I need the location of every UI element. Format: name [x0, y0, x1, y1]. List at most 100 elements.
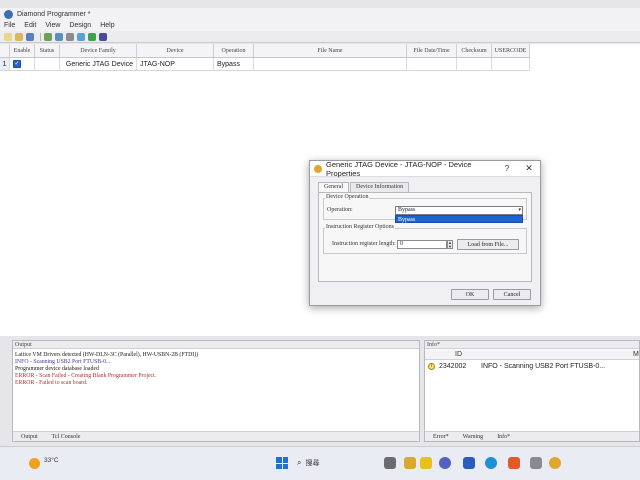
tab-warning[interactable]: Warning — [463, 434, 484, 440]
log-line: INFO - Scanning USB2 Port FTUSB-0... — [15, 359, 111, 365]
col-checksum[interactable]: Checksum — [457, 44, 492, 57]
add-device-icon[interactable] — [55, 32, 63, 41]
taskbar-app-icon[interactable] — [463, 457, 475, 469]
task-view-icon[interactable] — [384, 457, 396, 469]
menu-file[interactable]: File — [4, 22, 15, 29]
toolbar-separator — [40, 32, 41, 41]
status-cell — [35, 58, 60, 70]
dialog-app-icon — [314, 164, 322, 173]
checksum-cell — [457, 58, 492, 70]
taskbar: 33°C ⌕ 搜尋 — [0, 446, 640, 480]
ir-length-input[interactable]: 0 — [397, 240, 447, 249]
taskbar-search[interactable]: ⌕ 搜尋 — [297, 456, 367, 470]
app-titlebar: Diamond Programmer * — [0, 8, 640, 20]
brave-browser-icon[interactable] — [508, 457, 520, 469]
enable-checkbox[interactable]: ✓ — [13, 60, 21, 68]
taskbar-tool-icon[interactable] — [530, 457, 542, 469]
info-table-header: ID M — [425, 350, 639, 360]
ir-length-label: Instruction register length: — [332, 241, 396, 247]
instruction-register-label: Instruction Register Options — [325, 224, 395, 230]
device-operation-label: Device Operation — [325, 194, 370, 200]
file-date-cell — [407, 58, 457, 70]
open-folder-icon[interactable] — [15, 32, 23, 41]
tab-general[interactable]: General — [318, 182, 349, 192]
weather-sun-icon[interactable] — [29, 458, 40, 469]
search-icon: ⌕ — [297, 458, 302, 467]
menu-bar: File Edit View Design Help — [0, 20, 640, 31]
col-usercode[interactable]: USERCODE — [492, 44, 530, 57]
remove-device-icon[interactable] — [66, 32, 74, 41]
file-explorer-icon[interactable] — [404, 457, 416, 469]
col-enable[interactable]: Enable — [10, 44, 35, 57]
output-pane: Output Lattice VM Drivers detected (HW-D… — [12, 340, 420, 442]
desktop-screen: Diamond Programmer * File Edit View Desi… — [0, 0, 640, 480]
info-row[interactable]: i 2342002 INFO - Scanning USB2 Port FTUS… — [425, 361, 639, 373]
tab-output[interactable]: Output — [21, 434, 38, 440]
info-row-message: INFO - Scanning USB2 Port FTUSB-0... — [481, 363, 606, 370]
menu-view[interactable]: View — [45, 22, 60, 29]
cable-settings-icon[interactable] — [99, 32, 107, 41]
load-from-file-button[interactable]: Load from File... — [457, 239, 519, 250]
program-icon[interactable] — [88, 32, 96, 41]
info-pane-title: Info* — [425, 341, 639, 349]
col-file-name[interactable]: File Name — [254, 44, 407, 57]
ok-button[interactable]: OK — [451, 289, 489, 300]
info-pane: Info* ID M i 2342002 INFO - Scanning USB… — [424, 340, 640, 442]
search-label: 搜尋 — [305, 460, 320, 467]
diamond-programmer-taskbar-icon[interactable] — [549, 457, 561, 469]
row-number-header — [0, 44, 10, 57]
weather-temperature[interactable]: 33°C — [44, 457, 59, 464]
menu-edit[interactable]: Edit — [24, 22, 36, 29]
cancel-button[interactable]: Cancel — [493, 289, 531, 300]
new-project-icon[interactable] — [4, 32, 12, 41]
window-title: Diamond Programmer * — [17, 10, 91, 18]
toolbar — [0, 31, 640, 43]
table-row[interactable]: 1 ✓ Generic JTAG Device JTAG-NOP Bypass — [0, 58, 530, 71]
files-app-icon[interactable] — [420, 457, 432, 469]
col-device[interactable]: Device — [137, 44, 214, 57]
chevron-down-icon[interactable]: ▾ — [518, 207, 521, 214]
windows-start-icon[interactable] — [276, 457, 288, 469]
general-panel: Device Operation Operation: Bypass ▾ Byp… — [318, 192, 532, 282]
device-cell[interactable]: JTAG-NOP — [137, 58, 214, 70]
col-device-family[interactable]: Device Family — [60, 44, 137, 57]
tab-error[interactable]: Error* — [433, 434, 449, 440]
info-tabs: Error* Warning Info* — [425, 431, 639, 441]
usercode-cell — [492, 58, 530, 70]
tab-info[interactable]: Info* — [497, 434, 510, 440]
col-status[interactable]: Status — [35, 44, 60, 57]
tab-device-information[interactable]: Device Information — [350, 182, 410, 192]
scan-icon[interactable] — [44, 32, 52, 41]
info-col-id[interactable]: ID — [455, 351, 462, 358]
help-button[interactable]: ? — [496, 164, 518, 173]
diamond-programmer-icon — [4, 9, 13, 19]
operation-select-value: Bypass — [398, 207, 416, 213]
col-file-date[interactable]: File Date/Time — [407, 44, 457, 57]
output-log: Lattice VM Drivers detected (HW-DLN-3C (… — [13, 349, 419, 387]
operation-dropdown-option[interactable]: Bypass — [395, 215, 523, 223]
save-icon[interactable] — [26, 32, 34, 41]
log-line: ERROR - Failed to scan board. — [15, 380, 88, 386]
log-line: Lattice VM Drivers detected (HW-DLN-3C (… — [15, 352, 199, 358]
ir-length-spinner-icon[interactable]: ▲ ▼ — [447, 240, 453, 249]
operation-cell[interactable]: Bypass — [214, 58, 254, 70]
dialog-titlebar: Generic JTAG Device - JTAG-NOP - Device … — [310, 159, 540, 178]
dialog-title: Generic JTAG Device - JTAG-NOP - Device … — [326, 159, 472, 178]
edge-browser-icon[interactable] — [485, 457, 497, 469]
enable-cell[interactable]: ✓ — [10, 58, 35, 70]
operation-select[interactable]: Bypass ▾ — [395, 206, 523, 215]
device-family-cell[interactable]: Generic JTAG Device — [60, 58, 137, 70]
log-line: Programmer device database loaded — [15, 366, 99, 372]
menu-help[interactable]: Help — [100, 22, 114, 29]
col-operation[interactable]: Operation — [214, 44, 254, 57]
device-properties-icon[interactable] — [77, 32, 85, 41]
menu-design[interactable]: Design — [69, 22, 91, 29]
output-pane-title: Output — [13, 341, 419, 349]
device-properties-dialog: Generic JTAG Device - JTAG-NOP - Device … — [309, 160, 541, 306]
file-name-cell[interactable] — [254, 58, 407, 70]
close-icon[interactable]: ✕ — [518, 163, 540, 174]
tab-tcl-console[interactable]: Tcl Console — [52, 434, 81, 440]
chat-icon[interactable] — [439, 457, 451, 469]
operation-label: Operation: — [327, 207, 353, 213]
info-col-m[interactable]: M — [633, 351, 639, 358]
